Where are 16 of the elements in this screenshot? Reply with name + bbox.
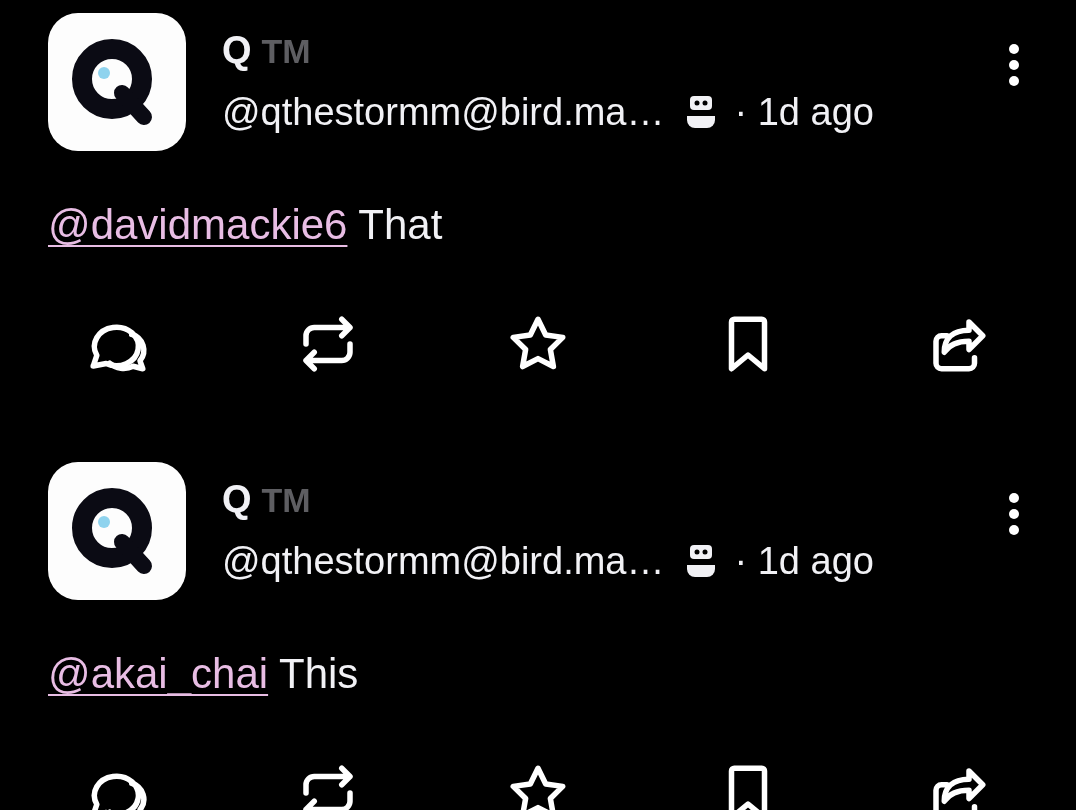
mention-link[interactable]: @akai_chai [48, 650, 269, 697]
more-options-icon[interactable] [1008, 43, 1020, 87]
mention-link[interactable]: @davidmackie6 [48, 201, 348, 248]
post-text: @akai_chai This [48, 649, 360, 699]
display-name[interactable]: Q [222, 29, 252, 72]
account-handle[interactable]: @qthestormm@bird.ma… [222, 90, 665, 134]
avatar-drawing[interactable] [48, 13, 186, 151]
avatar-drawing[interactable] [48, 462, 186, 600]
post-time: · 1d ago [734, 539, 874, 583]
post-time: · 1d ago [734, 90, 874, 134]
account-label: TM [261, 481, 311, 520]
account-label: TM [261, 32, 311, 71]
post-text: @davidmackie6 That [48, 200, 444, 250]
display-name[interactable]: Q [222, 478, 252, 521]
account-handle[interactable]: @qthestormm@bird.ma… [222, 539, 665, 583]
more-options-icon[interactable] [1008, 492, 1020, 536]
